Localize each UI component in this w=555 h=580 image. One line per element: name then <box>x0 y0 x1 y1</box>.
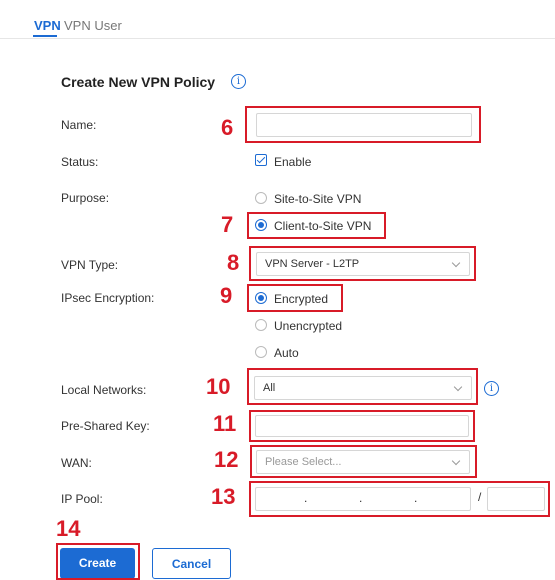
annotation-number-14: 14 <box>56 516 81 541</box>
annotation-number-11: 11 <box>213 411 237 436</box>
annotation-number-8: 8 <box>227 250 240 275</box>
ipsec-label: IPsec Encryption: <box>61 291 155 305</box>
annotation-box-14 <box>56 543 140 580</box>
tab-divider <box>0 38 555 39</box>
annotation-box-10 <box>247 368 478 405</box>
enable-checkbox-label: Enable <box>274 155 312 169</box>
name-label: Name: <box>61 118 97 132</box>
radio-auto[interactable] <box>255 346 267 358</box>
cancel-button[interactable]: Cancel <box>152 548 231 579</box>
info-icon[interactable]: i <box>484 381 499 396</box>
annotation-number-9: 9 <box>220 283 233 308</box>
enable-checkbox[interactable] <box>255 154 267 166</box>
radio-site-to-site[interactable] <box>255 192 267 204</box>
status-label: Status: <box>61 155 99 169</box>
vpn-type-label: VPN Type: <box>61 258 119 272</box>
option-unencrypted: Unencrypted <box>274 319 343 333</box>
annotation-box-12 <box>250 445 477 478</box>
local-networks-label: Local Networks: <box>61 383 147 397</box>
pre-shared-key-label: Pre-Shared Key: <box>61 419 150 433</box>
radio-unencrypted[interactable] <box>255 319 267 331</box>
annotation-number-12: 12 <box>214 447 239 472</box>
option-site-to-site: Site-to-Site VPN <box>274 192 362 206</box>
annotation-box-7 <box>247 212 386 239</box>
annotation-box-9 <box>247 284 343 312</box>
tab-vpn-user[interactable]: VPN User <box>64 18 122 33</box>
wan-label: WAN: <box>61 456 92 470</box>
annotation-number-13: 13 <box>211 484 236 509</box>
annotation-box-6 <box>245 106 481 143</box>
ip-pool-label: IP Pool: <box>61 492 103 506</box>
annotation-number-7: 7 <box>221 212 234 237</box>
annotation-number-6: 6 <box>221 115 234 140</box>
annotation-box-8 <box>249 246 476 281</box>
annotation-box-11 <box>249 410 475 442</box>
option-auto: Auto <box>274 346 299 360</box>
tab-vpn[interactable]: VPN <box>34 18 61 33</box>
purpose-label: Purpose: <box>61 191 110 205</box>
page-title: Create New VPN Policy <box>61 74 216 90</box>
active-tab-indicator <box>33 35 57 37</box>
info-icon[interactable]: i <box>231 74 246 89</box>
annotation-box-13 <box>249 481 550 517</box>
annotation-number-10: 10 <box>206 374 231 399</box>
